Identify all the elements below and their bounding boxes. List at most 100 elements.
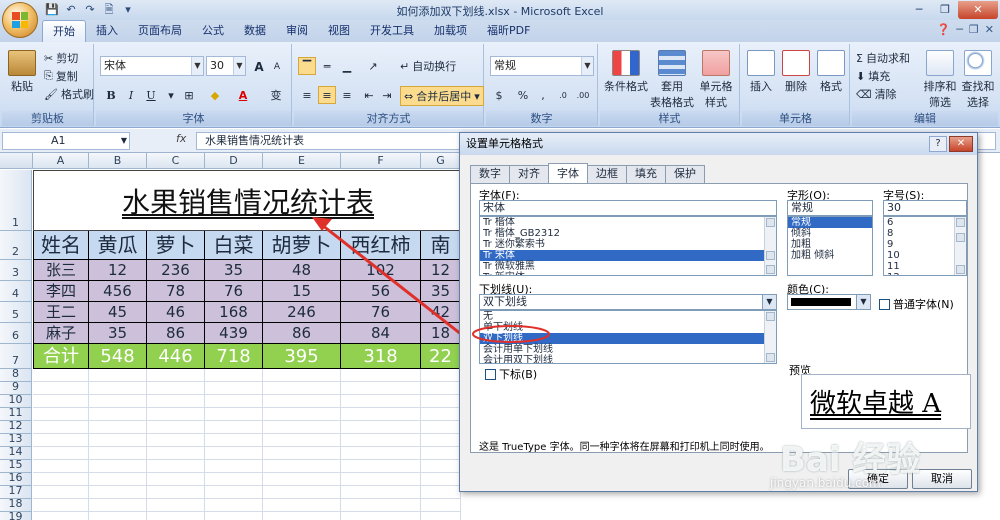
dialog-tab-number[interactable]: 数字 [470, 165, 510, 183]
close-button[interactable]: ✕ [958, 1, 998, 19]
list-item[interactable]: Tr 宋体 [480, 250, 776, 261]
list-item[interactable]: Tr 楷体 [480, 217, 776, 228]
help-icon[interactable]: ❓ [937, 23, 951, 36]
align-top-icon[interactable]: ▔ [298, 57, 316, 75]
dialog-tab-protection[interactable]: 保护 [665, 165, 705, 183]
dialog-tab-fill[interactable]: 填充 [626, 165, 666, 183]
dialog-tab-border[interactable]: 边框 [587, 165, 627, 183]
list-item[interactable]: 常规 [788, 217, 872, 228]
chevron-down-icon[interactable]: ▼ [856, 295, 870, 309]
italic-button[interactable]: I [122, 86, 140, 104]
tab-home[interactable]: 开始 [42, 20, 86, 42]
office-button[interactable] [2, 2, 38, 38]
normal-font-checkbox[interactable] [879, 298, 890, 310]
list-item[interactable]: 会计用单下划线 [480, 344, 776, 355]
ribbon-restore-icon[interactable]: ❐ [969, 23, 979, 36]
list-item[interactable]: 加粗 [788, 239, 872, 250]
insert-cells-button[interactable]: 插入 [744, 50, 778, 94]
dialog-tab-alignment[interactable]: 对齐 [509, 165, 549, 183]
dialog-close-button[interactable]: ✕ [949, 136, 973, 152]
list-item[interactable]: 无 [480, 311, 776, 322]
fill-color-icon[interactable]: ◆ [206, 86, 224, 104]
font-style-input[interactable]: 常规 [787, 200, 873, 216]
font-size-list[interactable]: 689101112 [883, 216, 967, 276]
list-item[interactable]: 加粗 倾斜 [788, 250, 872, 261]
minimize-button[interactable]: ─ [906, 1, 932, 19]
tab-addins[interactable]: 加载项 [424, 20, 477, 42]
autosum-button[interactable]: Σ 自动求和 [856, 50, 910, 66]
format-cells-button[interactable]: 格式 [814, 50, 848, 94]
increase-decimal-icon[interactable]: .0 [554, 86, 572, 104]
grow-font-button[interactable]: A [250, 57, 268, 75]
paste-button[interactable]: 粘贴 [8, 50, 36, 94]
tab-data[interactable]: 数据 [234, 20, 276, 42]
tab-view[interactable]: 视图 [318, 20, 360, 42]
list-item[interactable]: Tr 楷体_GB2312 [480, 228, 776, 239]
list-item[interactable]: 会计用双下划线 [480, 355, 776, 363]
subscript-row[interactable]: 下标(B) [485, 366, 537, 382]
font-color-icon[interactable]: A [234, 86, 252, 104]
bold-button[interactable]: B [102, 86, 120, 104]
delete-cells-button[interactable]: 删除 [779, 50, 813, 94]
list-item[interactable]: Tr 微软雅黑 [480, 261, 776, 272]
color-picker[interactable]: ▼ [787, 294, 871, 310]
merge-center-button[interactable]: ⇔ 合并后居中 ▾ [400, 86, 484, 106]
comma-button[interactable]: , [534, 86, 552, 104]
normal-font-checkbox-row[interactable]: 普通字体(N) [879, 296, 954, 312]
align-bottom-icon[interactable]: ▁ [338, 57, 356, 75]
font-size-input[interactable]: 30 [883, 200, 967, 216]
sort-filter-button[interactable]: 排序和 筛选 [922, 50, 958, 110]
wrap-text-button[interactable]: ↵ 自动换行 [400, 58, 456, 74]
font-size-scrollbar[interactable] [954, 217, 966, 275]
chevron-down-icon[interactable]: ▼ [762, 295, 776, 309]
align-right-icon[interactable]: ≡ [338, 86, 356, 104]
phonetic-button[interactable]: 变 [264, 86, 288, 104]
tab-page-layout[interactable]: 页面布局 [128, 20, 192, 42]
chevron-down-icon[interactable]: ▼ [191, 57, 203, 75]
underline-list-scrollbar[interactable] [764, 311, 776, 363]
list-item[interactable]: Tr 新宋体 [480, 272, 776, 275]
ribbon-minimize-icon[interactable]: ─ [956, 23, 963, 36]
chevron-down-icon[interactable]: ▼ [121, 133, 127, 149]
font-list[interactable]: Tr 楷体Tr 楷体_GB2312Tr 迷你繁索书Tr 宋体Tr 微软雅黑Tr … [479, 216, 777, 276]
borders-icon[interactable]: ⊞ [180, 86, 198, 104]
conditional-format-button[interactable]: 条件格式 [604, 50, 648, 94]
function-icon[interactable]: fx [176, 132, 186, 145]
decrease-decimal-icon[interactable]: .00 [574, 86, 592, 104]
tab-insert[interactable]: 插入 [86, 20, 128, 42]
list-item[interactable]: Tr 迷你繁索书 [480, 239, 776, 250]
underline-button[interactable]: U [142, 86, 160, 104]
percent-button[interactable]: % [514, 86, 532, 104]
cut-button[interactable]: ✂ 剪切 [44, 50, 78, 66]
find-select-button[interactable]: 查找和 选择 [960, 50, 996, 110]
decrease-indent-icon[interactable]: ⇤ [360, 86, 378, 104]
font-size-combo[interactable]: 30 ▼ [206, 56, 246, 76]
format-painter-button[interactable]: 🖌 格式刷 [44, 86, 94, 102]
fill-button[interactable]: ⬇ 填充 [856, 68, 890, 84]
underline-dropdown[interactable]: ▾ [162, 86, 180, 104]
copy-button[interactable]: ⎘ 复制 [44, 68, 78, 84]
dialog-tab-font[interactable]: 字体 [548, 163, 588, 183]
clear-button[interactable]: ⌫ 清除 [856, 86, 897, 102]
underline-select[interactable]: 双下划线 ▼ [479, 294, 777, 310]
cell-styles-button[interactable]: 单元格 样式 [694, 50, 738, 110]
name-box[interactable]: A1 ▼ [2, 132, 130, 150]
tab-review[interactable]: 审阅 [276, 20, 318, 42]
restore-button[interactable]: ❐ [932, 1, 958, 19]
align-left-icon[interactable]: ≡ [298, 86, 316, 104]
tab-foxit-pdf[interactable]: 福昕PDF [477, 20, 540, 42]
dialog-help-button[interactable]: ? [929, 136, 947, 152]
font-style-list[interactable]: 常规 倾斜 加粗 加粗 倾斜 [787, 216, 873, 276]
tab-developer[interactable]: 开发工具 [360, 20, 424, 42]
tab-formulas[interactable]: 公式 [192, 20, 234, 42]
cancel-button[interactable]: 取消 [912, 469, 972, 489]
font-name-input[interactable]: 宋体 [479, 200, 777, 216]
number-format-combo[interactable]: 常规 ▼ [490, 56, 594, 76]
ribbon-close-icon[interactable]: ✕ [985, 23, 994, 36]
align-center-icon[interactable]: ≡ [318, 86, 336, 104]
align-middle-icon[interactable]: ═ [318, 57, 336, 75]
font-list-scrollbar[interactable] [764, 217, 776, 275]
subscript-checkbox[interactable] [485, 368, 496, 380]
list-item[interactable]: 倾斜 [788, 228, 872, 239]
chevron-down-icon[interactable]: ▼ [233, 57, 245, 75]
